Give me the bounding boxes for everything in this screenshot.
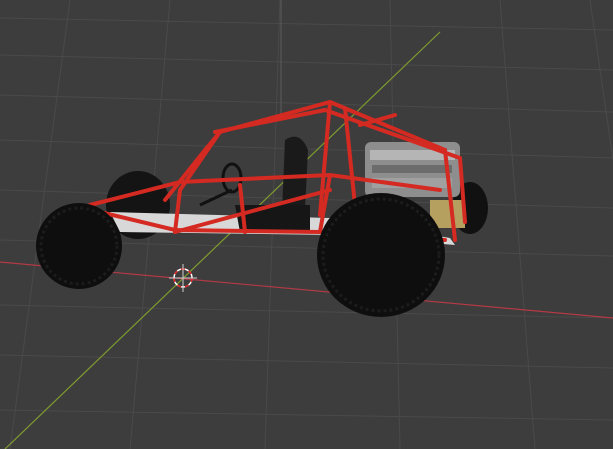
rear-wheel-near[interactable]: [317, 193, 445, 317]
3d-viewport[interactable]: [0, 0, 613, 449]
front-wheel-near[interactable]: [36, 203, 122, 289]
